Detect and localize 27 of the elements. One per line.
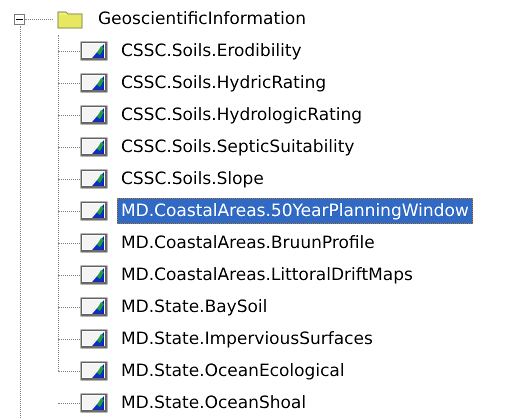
collapse-toggle[interactable] xyxy=(14,14,25,24)
tree-item[interactable]: CSSC.Soils.Erodibility xyxy=(117,38,306,64)
raster-layer-icon xyxy=(80,297,108,317)
folder-icon xyxy=(57,9,83,29)
raster-layer-icon xyxy=(80,329,108,349)
raster-layer-icon xyxy=(80,41,108,61)
raster-layer-icon xyxy=(80,201,108,221)
tree-item[interactable]: CSSC.Soils.HydrologicRating xyxy=(117,102,366,128)
tree-item[interactable]: CSSC.Soils.HydricRating xyxy=(117,70,330,96)
tree-item[interactable]: CSSC.Soils.SepticSuitability xyxy=(117,134,358,160)
raster-layer-icon xyxy=(80,105,108,125)
tree-item[interactable]: MD.CoastalAreas.LittoralDriftMaps xyxy=(117,262,417,288)
tree-item[interactable]: GeoscientificInformation xyxy=(94,6,310,32)
tree-item[interactable]: CSSC.Soils.Slope xyxy=(117,166,268,192)
tree-item[interactable]: MD.State.OceanEcological xyxy=(117,358,349,384)
raster-layer-icon xyxy=(80,393,108,413)
tree-item[interactable]: MD.State.BaySoil xyxy=(117,294,272,320)
raster-layer-icon xyxy=(80,233,108,253)
tree-item[interactable]: MD.State.OceanShoal xyxy=(117,390,310,416)
raster-layer-icon xyxy=(80,361,108,381)
tree-item[interactable]: MD.State.ImperviousSurfaces xyxy=(117,326,377,352)
raster-layer-icon xyxy=(80,73,108,93)
raster-layer-icon xyxy=(80,265,108,285)
tree-item[interactable]: MD.CoastalAreas.50YearPlanningWindow xyxy=(117,198,473,224)
raster-layer-icon xyxy=(80,137,108,157)
tree-item[interactable]: MD.CoastalAreas.BruunProfile xyxy=(117,230,379,256)
raster-layer-icon xyxy=(80,169,108,189)
